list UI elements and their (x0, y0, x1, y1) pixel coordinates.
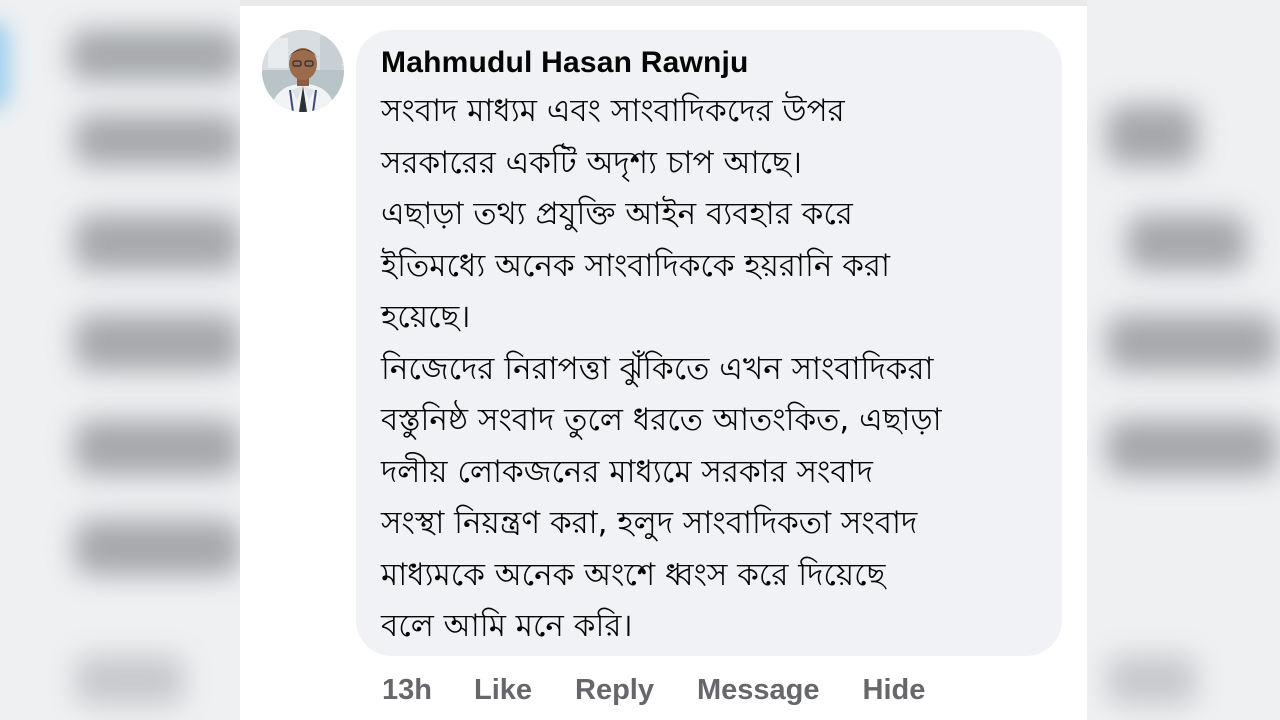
comment-text-line: সরকারের একটি অদৃশ্য চাপ আছে। (381, 144, 802, 181)
comment-text-line: সংবাদ মাধ্যম এবং সাংবাদিকদের উপর (381, 93, 845, 129)
blurred-text-block (75, 115, 240, 165)
comment-timestamp[interactable]: 13h (382, 674, 432, 707)
avatar-photo-icon (262, 30, 344, 112)
blurred-text-block (75, 520, 240, 575)
comment-card: Mahmudul Hasan Rawnju সংবাদ মাধ্যম এবং স… (240, 6, 1087, 720)
blurred-text-block (75, 655, 185, 705)
avatar[interactable] (262, 30, 344, 112)
comment-text-line: সংস্থা নিয়ন্ত্রণ করা, হলুদ সাংবাদিকতা স… (381, 505, 918, 541)
comment-bubble: Mahmudul Hasan Rawnju সংবাদ মাধ্যম এবং স… (356, 30, 1062, 656)
blurred-background-right (1087, 0, 1280, 720)
hide-button[interactable]: Hide (863, 674, 926, 707)
reply-button[interactable]: Reply (575, 674, 654, 707)
blurred-text-block (75, 215, 240, 270)
message-button[interactable]: Message (697, 674, 820, 707)
blurred-text-block (1107, 315, 1277, 370)
blurred-avatar (0, 20, 10, 110)
blurred-text-block (1107, 420, 1277, 475)
like-button[interactable]: Like (474, 674, 532, 707)
comment-text-line: নিজেদের নিরাপত্তা ঝুঁকিতে এখন সাংবাদিকরা (381, 350, 934, 387)
blurred-text-block (1127, 215, 1247, 270)
comment-text-line: বলে আমি মনে করি। (381, 608, 633, 644)
blurred-background-left (0, 0, 240, 720)
comment-text-line: এছাড়া তথ্য প্রযুক্তি আইন ব্যবহার করে (381, 196, 853, 232)
blurred-text-block (70, 30, 240, 80)
blurred-text-block (1107, 105, 1197, 165)
comment-author[interactable]: Mahmudul Hasan Rawnju (381, 42, 1038, 86)
comment-text-line: বস্তুনিষ্ঠ সংবাদ তুলে ধরতে আতংকিত, এছাড়… (381, 402, 942, 438)
blurred-text-block (75, 315, 240, 370)
comment-actions: 13h Like Reply Message Hide (382, 670, 968, 710)
blurred-text-block (1107, 655, 1197, 705)
comment-text-line: হয়েছে। (381, 299, 471, 335)
comment-text-line: দলীয় লোকজনের মাধ্যমে সরকার সংবাদ (381, 453, 873, 490)
blurred-text-block (75, 420, 240, 475)
comment-text-line: মাধ্যমকে অনেক অংশে ধ্বংস করে দিয়েছে (381, 556, 886, 593)
comment-text-line: ইতিমধ্যে অনেক সাংবাদিককে হয়রানি করা (381, 247, 890, 284)
